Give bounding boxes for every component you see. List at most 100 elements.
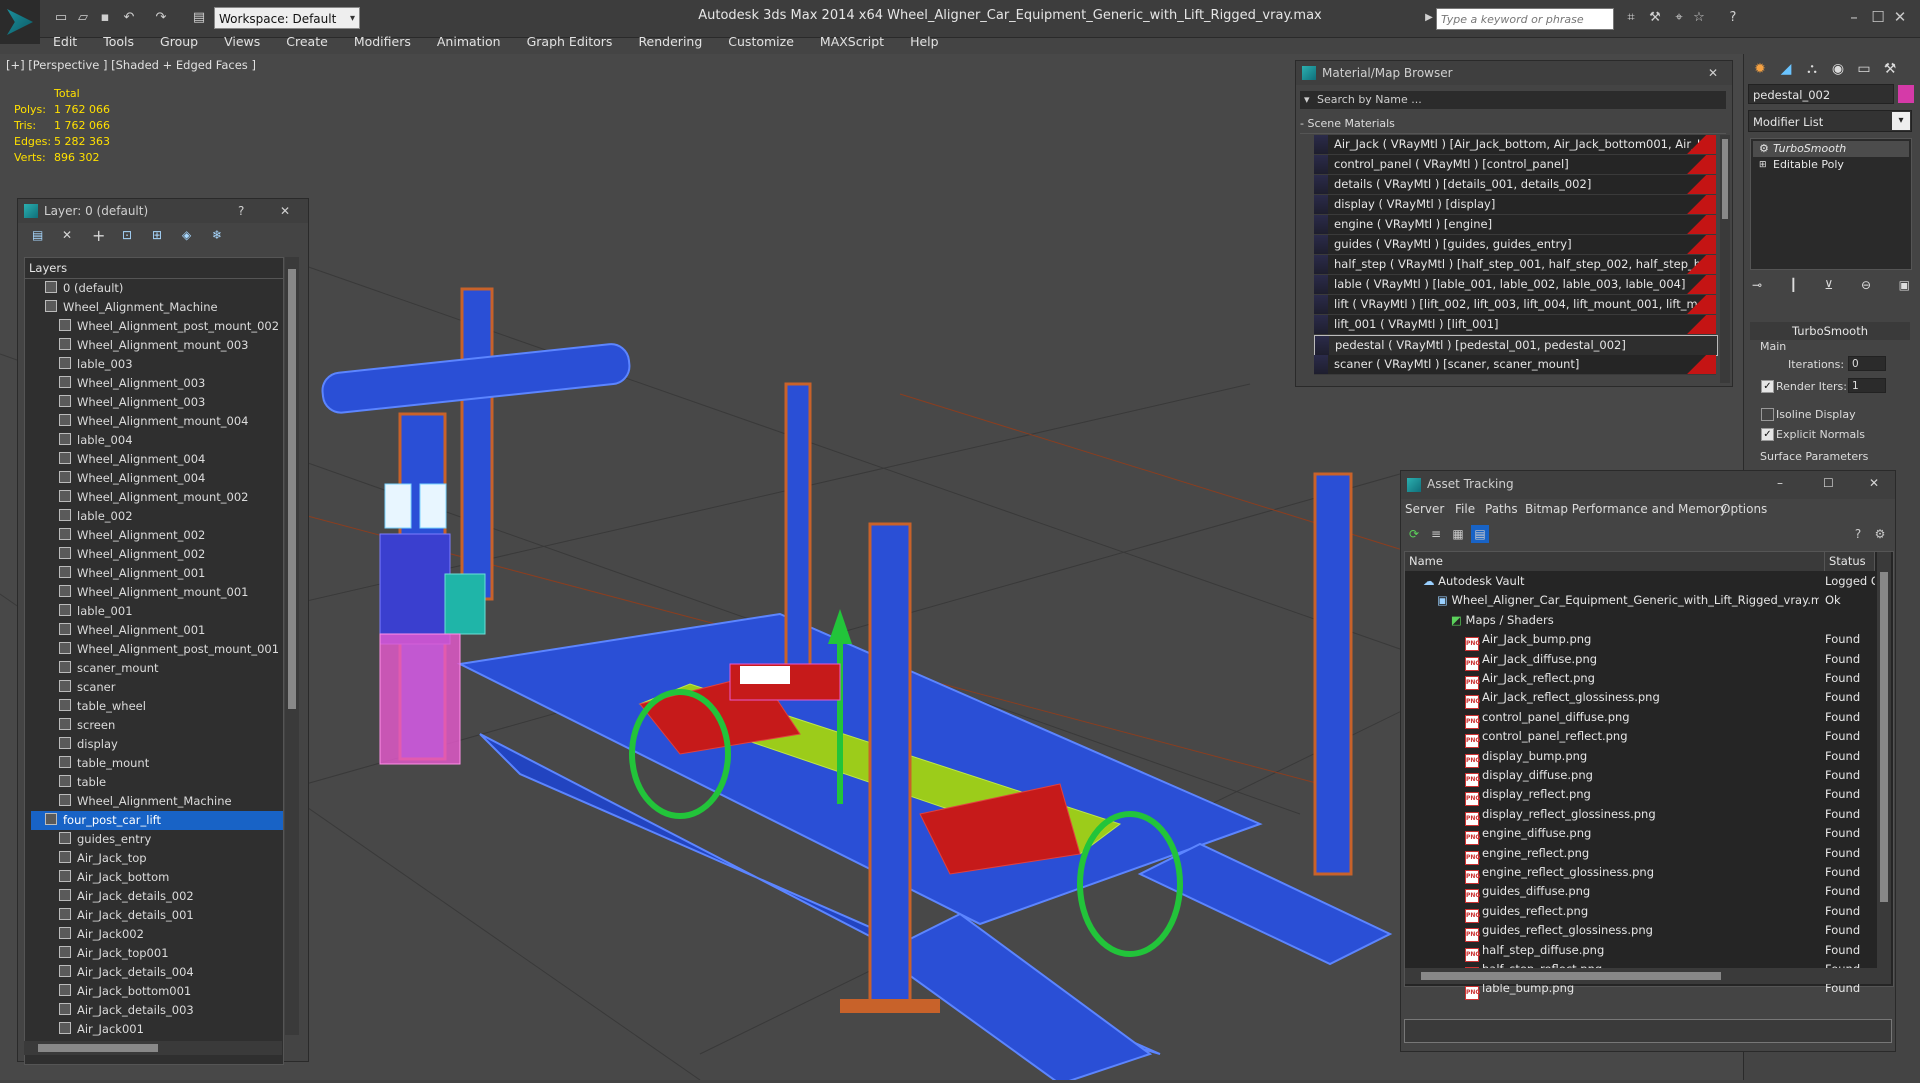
asset-row[interactable]: PNG engine_reflect_glossiness.png Found xyxy=(1405,863,1875,884)
layer-row[interactable]: Air_Jack002 xyxy=(31,925,283,944)
display-tab-icon[interactable]: ▭ xyxy=(1852,58,1876,80)
material-row[interactable]: guides ( VRayMtl ) [guides, guides_entry… xyxy=(1314,235,1716,255)
layer-row[interactable]: lable_003 xyxy=(31,355,283,374)
layer-row[interactable]: Air_Jack_details_002 xyxy=(31,887,283,906)
freeze-all-icon[interactable]: ❄ xyxy=(212,228,222,242)
material-row[interactable]: lift_001 ( VRayMtl ) [lift_001] xyxy=(1314,315,1716,335)
open-file-icon[interactable]: ▱ xyxy=(74,8,92,26)
layer-row[interactable]: Air_Jack_details_003 xyxy=(31,1001,283,1020)
stack-item-editable-poly[interactable]: ⊞ Editable Poly xyxy=(1753,157,1909,173)
asset-row[interactable]: ◩ Maps / Shaders xyxy=(1405,611,1875,630)
modify-tab-icon[interactable]: ◢ xyxy=(1774,58,1798,80)
scrollbar-thumb[interactable] xyxy=(1722,139,1728,219)
layer-row[interactable]: Air_Jack001 xyxy=(31,1020,283,1039)
app-menu-button[interactable] xyxy=(0,0,40,44)
layer-row[interactable]: 0 (default) xyxy=(31,279,283,298)
close-icon[interactable]: ✕ xyxy=(1880,4,1920,30)
undo-icon[interactable]: ↶ xyxy=(120,8,138,26)
layer-row[interactable]: Wheel_Alignment_Machine xyxy=(31,792,283,811)
layer-column-header[interactable]: Layers xyxy=(25,258,283,279)
layer-row[interactable]: table xyxy=(31,773,283,792)
layer-row[interactable]: display xyxy=(31,735,283,754)
layer-row[interactable]: Air_Jack_top xyxy=(31,849,283,868)
name-column-header[interactable]: Name xyxy=(1405,552,1825,571)
menu-server[interactable]: Server xyxy=(1405,502,1444,516)
layer-row[interactable]: table_wheel xyxy=(31,697,283,716)
material-row[interactable]: lable ( VRayMtl ) [lable_001, lable_002,… xyxy=(1314,275,1716,295)
material-row[interactable]: engine ( VRayMtl ) [engine] xyxy=(1314,215,1716,235)
show-end-result-icon[interactable]: ┃ xyxy=(1790,278,1797,296)
turbosmooth-rollout[interactable]: TurboSmooth xyxy=(1750,322,1910,340)
asset-row[interactable]: PNG guides_diffuse.png Found xyxy=(1405,882,1875,904)
pin-stack-icon[interactable]: ⊸ xyxy=(1752,278,1762,296)
layer-row[interactable]: Wheel_Alignment_004 xyxy=(31,469,283,488)
explicit-normals-checkbox[interactable]: ✓ xyxy=(1761,428,1774,441)
asset-row[interactable]: PNG display_reflect_glossiness.png Found xyxy=(1405,805,1875,826)
layer-scrollbar[interactable] xyxy=(285,257,299,1035)
menu-modifiers[interactable]: Modifiers xyxy=(341,32,424,54)
layer-row[interactable]: table_mount xyxy=(31,754,283,773)
menu-create[interactable]: Create xyxy=(273,32,341,54)
new-file-icon[interactable]: ▭ xyxy=(52,8,70,26)
material-scrollbar[interactable] xyxy=(1720,135,1730,383)
status-column-header[interactable]: Status xyxy=(1825,552,1875,571)
asset-hscrollbar[interactable] xyxy=(1405,968,1877,984)
communication-icon[interactable]: ⌖ xyxy=(1670,8,1688,26)
asset-row[interactable]: ▣ Wheel_Aligner_Car_Equipment_Generic_wi… xyxy=(1405,591,1875,610)
asset-row[interactable]: PNG Air_Jack_bump.png Found xyxy=(1405,630,1875,652)
menu-maxscript[interactable]: MAXScript xyxy=(807,32,897,54)
configure-sets-icon[interactable]: ▣ xyxy=(1899,278,1910,296)
layer-panel-titlebar[interactable]: Layer: 0 (default) ? ✕ xyxy=(18,199,308,223)
layer-row[interactable]: Wheel_Alignment_002 xyxy=(31,526,283,545)
maximize-icon[interactable]: ☐ xyxy=(1823,476,1834,490)
asset-row[interactable]: PNG engine_reflect.png Found xyxy=(1405,844,1875,865)
asset-row[interactable]: PNG control_panel_diffuse.png Found xyxy=(1405,708,1875,729)
asset-row[interactable]: PNG half_step_diffuse.png Found xyxy=(1405,941,1875,962)
modifier-list-dropdown[interactable]: Modifier List ▾ xyxy=(1748,110,1912,132)
layer-row[interactable]: Air_Jack_bottom xyxy=(31,868,283,887)
refresh-icon[interactable]: ⟳ xyxy=(1405,525,1423,543)
detail-view-icon[interactable]: ▦ xyxy=(1449,525,1467,543)
layer-row[interactable]: Wheel_Alignment_mount_003 xyxy=(31,336,283,355)
expand-icon[interactable]: ⊞ xyxy=(1759,157,1767,173)
close-icon[interactable]: ✕ xyxy=(1869,476,1879,490)
layer-row[interactable]: Wheel_Alignment_Machine xyxy=(31,298,283,317)
scrollbar-thumb[interactable] xyxy=(38,1044,158,1052)
asset-path-field[interactable] xyxy=(1404,1019,1892,1043)
material-search-input[interactable]: ▾ Search by Name ... xyxy=(1300,91,1726,109)
layer-row[interactable]: Wheel_Alignment_mount_001 xyxy=(31,583,283,602)
menu-rendering[interactable]: Rendering xyxy=(625,32,715,54)
menu-customize[interactable]: Customize xyxy=(715,32,807,54)
remove-modifier-icon[interactable]: ⊖ xyxy=(1861,278,1871,296)
menu-help[interactable]: Help xyxy=(897,32,952,54)
project-folder-icon[interactable]: ▤ xyxy=(190,8,208,26)
save-file-icon[interactable]: ▪ xyxy=(96,8,114,26)
material-row[interactable]: scaner ( VRayMtl ) [scaner, scaner_mount… xyxy=(1314,355,1716,375)
menu-paths[interactable]: Paths xyxy=(1485,502,1518,516)
close-icon[interactable]: ✕ xyxy=(1708,61,1718,85)
asset-row[interactable]: PNG Air_Jack_reflect.png Found xyxy=(1405,669,1875,690)
layer-row[interactable]: scaner_mount xyxy=(31,659,283,678)
layer-row[interactable]: Wheel_Alignment_post_mount_002 xyxy=(31,317,283,336)
layer-hscrollbar[interactable] xyxy=(24,1041,282,1055)
search-input[interactable]: Type a keyword or phrase xyxy=(1436,8,1614,30)
asset-row[interactable]: PNG guides_reflect_glossiness.png Found xyxy=(1405,921,1875,943)
menu-tools[interactable]: Tools xyxy=(90,32,147,54)
hierarchy-tab-icon[interactable]: ⛬ xyxy=(1800,58,1824,80)
help-icon[interactable]: ? xyxy=(1849,525,1867,543)
menu-graph-editors[interactable]: Graph Editors xyxy=(514,32,626,54)
layer-row[interactable]: Wheel_Alignment_003 xyxy=(31,393,283,412)
asset-row[interactable]: PNG engine_diffuse.png Found xyxy=(1405,824,1875,846)
menu-bitmap-performance[interactable]: Bitmap Performance and Memory xyxy=(1525,502,1727,516)
material-row[interactable]: Air_Jack ( VRayMtl ) [Air_Jack_bottom, A… xyxy=(1314,135,1716,155)
layer-row[interactable]: lable_001 xyxy=(31,602,283,621)
layer-row[interactable]: Wheel_Alignment_mount_002 xyxy=(31,488,283,507)
create-layer-icon[interactable]: ▤ xyxy=(32,228,43,242)
table-view-icon[interactable]: ▤ xyxy=(1471,525,1489,543)
material-row[interactable]: half_step ( VRayMtl ) [half_step_001, ha… xyxy=(1314,255,1716,275)
close-icon[interactable]: ✕ xyxy=(280,199,290,223)
scrollbar-thumb[interactable] xyxy=(288,269,296,709)
layer-row[interactable]: Wheel_Alignment_002 xyxy=(31,545,283,564)
layer-row[interactable]: Air_Jack_top001 xyxy=(31,944,283,963)
motion-tab-icon[interactable]: ◉ xyxy=(1826,58,1850,80)
